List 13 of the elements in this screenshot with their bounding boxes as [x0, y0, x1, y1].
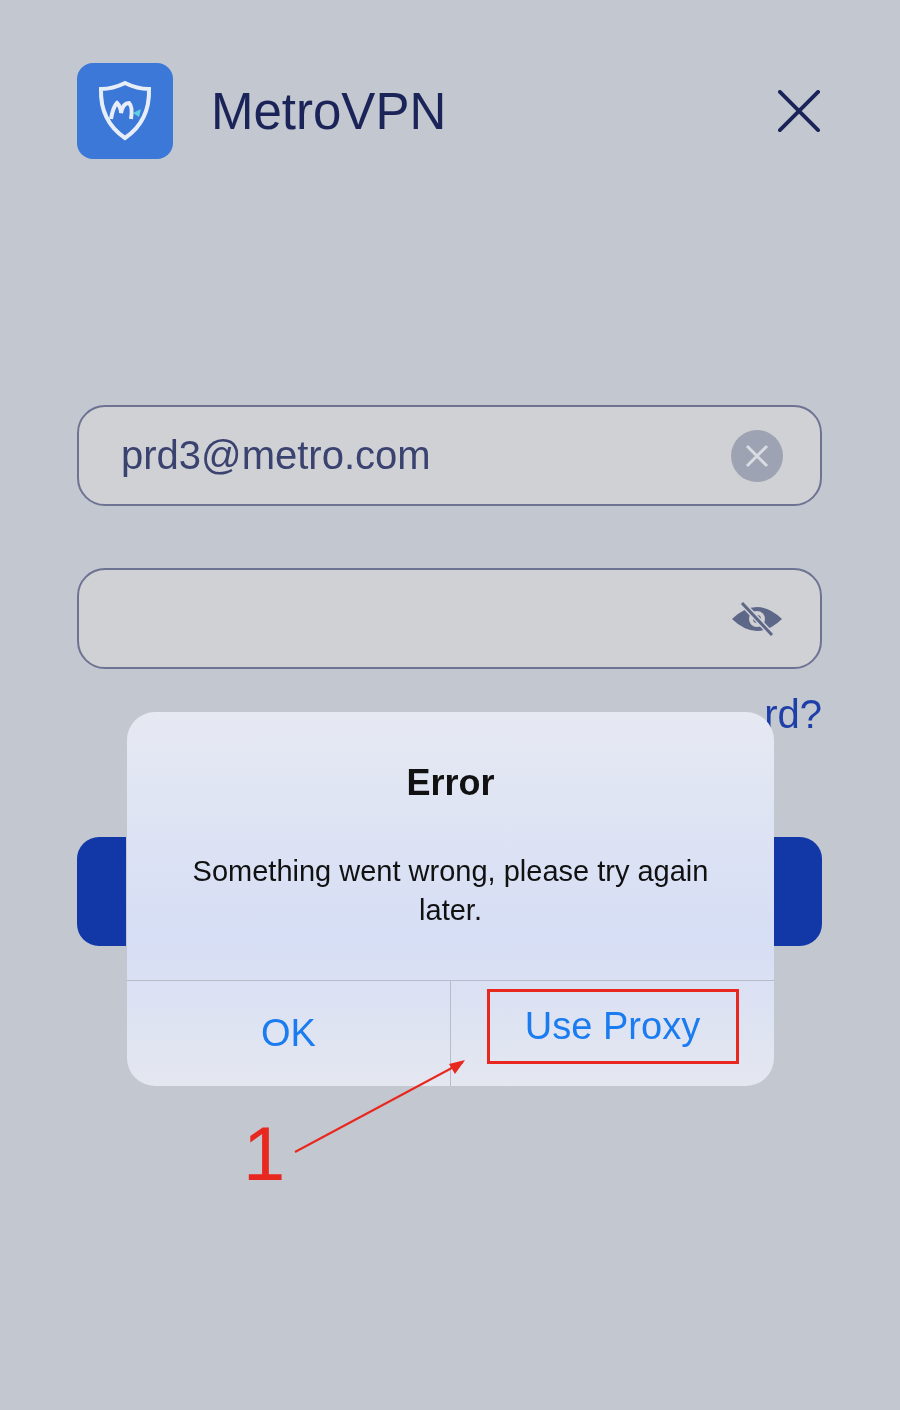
dialog-button[interactable]: OK — [162, 996, 415, 1071]
close-icon[interactable] — [778, 90, 820, 132]
email-field[interactable]: prd3@metro.com — [77, 405, 822, 506]
hidden-eye-icon[interactable] — [730, 600, 784, 637]
button-edge[interactable] — [773, 837, 822, 946]
button-edge[interactable] — [77, 837, 126, 946]
step-number: 1 — [243, 1112, 286, 1196]
dialog-message: Something went wrong, please try again later. — [191, 854, 710, 928]
dialog-button[interactable]: Use Proxy — [486, 988, 739, 1064]
dialog-title: Error — [406, 762, 495, 804]
password-field[interactable] — [77, 568, 822, 669]
app-logo-icon — [77, 63, 173, 159]
app-title: MetroVPN — [211, 81, 448, 141]
